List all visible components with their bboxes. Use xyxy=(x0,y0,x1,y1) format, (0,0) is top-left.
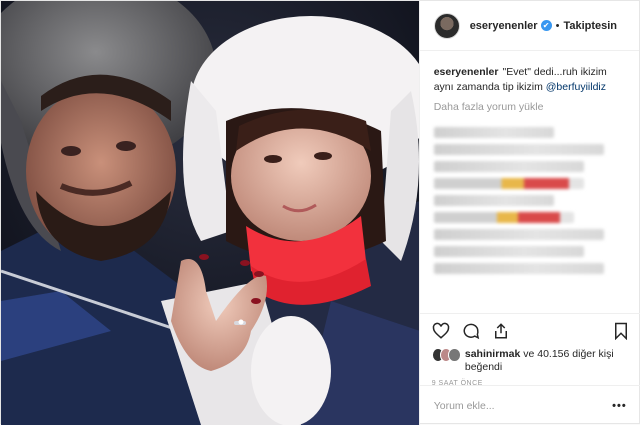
blurred-comment xyxy=(433,246,584,257)
add-comment-bar: ••• xyxy=(419,385,640,425)
likes-summary[interactable]: sahinirmak ve 40.156 diğer kişi beğendi xyxy=(431,348,629,374)
more-options-icon[interactable]: ••• xyxy=(612,400,627,412)
blurred-comment xyxy=(433,127,554,138)
heart-icon[interactable] xyxy=(432,322,450,340)
post-sidebar: eseryenenler ✔ • Takiptesin eseryenenler… xyxy=(418,1,640,425)
post-actions: sahinirmak ve 40.156 diğer kişi beğendi … xyxy=(419,313,640,387)
selfie-photo xyxy=(1,1,419,425)
liker-avatar xyxy=(448,348,461,362)
avatar[interactable] xyxy=(433,12,460,39)
action-icons xyxy=(432,318,629,344)
share-icon[interactable] xyxy=(492,322,510,340)
post-header: eseryenenler ✔ • Takiptesin xyxy=(419,1,639,51)
caption-mention[interactable]: @berfuyiildiz xyxy=(546,81,606,93)
header-separator: • xyxy=(555,19,560,32)
blurred-comment xyxy=(433,161,584,172)
bookmark-icon[interactable] xyxy=(613,322,629,340)
comment-list xyxy=(420,127,639,274)
header-username[interactable]: eseryenenler xyxy=(470,20,538,32)
blurred-comment xyxy=(433,263,604,274)
instagram-post: eseryenenler ✔ • Takiptesin eseryenenler… xyxy=(0,0,640,425)
comment-input[interactable] xyxy=(433,399,604,412)
comment-icon[interactable] xyxy=(462,322,480,340)
post-photo[interactable] xyxy=(1,1,419,425)
post-caption: eseryenenler "Evet" dedi...ruh ikizim ayn… xyxy=(420,51,639,95)
blurred-comment xyxy=(433,212,574,223)
blurred-comment xyxy=(433,229,604,240)
blurred-comment xyxy=(433,144,604,155)
verified-icon: ✔ xyxy=(540,20,552,31)
likes-text: sahinirmak ve 40.156 diğer kişi beğendi xyxy=(465,348,629,374)
load-more-comments-button[interactable]: Daha fazla yorum yükle xyxy=(420,95,639,121)
blurred-comment xyxy=(433,178,584,189)
caption-username[interactable]: eseryenenler xyxy=(434,66,499,78)
liker-username[interactable]: sahinirmak xyxy=(465,348,520,360)
blurred-comment xyxy=(433,195,554,206)
follow-status-button[interactable]: Takiptesin xyxy=(563,20,617,32)
